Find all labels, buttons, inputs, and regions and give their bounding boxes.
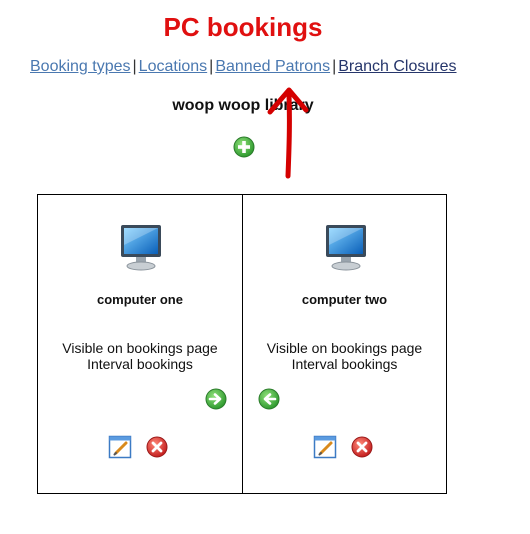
nav-link-booking-types[interactable]: Booking types [30,58,131,75]
nav-link-locations[interactable]: Locations [139,58,208,75]
annotation-arrow-icon [267,87,309,179]
computer-grid: computer one Visible on bookings page In… [37,194,447,494]
delete-x-icon[interactable] [351,436,373,458]
computer-info: Visible on bookings page Interval bookin… [243,340,446,372]
arrow-left-circle-icon[interactable] [258,388,280,410]
nav-separator: | [332,58,337,75]
nav-link-banned-patrons[interactable]: Banned Patrons [215,58,330,75]
computer-visibility-text: Visible on bookings page [266,340,423,356]
nav-link-branch-closures[interactable]: Branch Closures [338,58,456,75]
plus-circle-icon[interactable] [233,136,255,158]
computer-name: computer one [97,292,183,307]
computer-card: computer two Visible on bookings page In… [242,195,446,493]
page-title: PC bookings [163,12,323,42]
computer-booking-type-text: Interval bookings [291,356,398,372]
computer-visibility-text: Visible on bookings page [62,340,218,356]
computer-card: computer one Visible on bookings page In… [38,195,242,493]
computer-name: computer two [301,292,388,307]
admin-nav: Booking types | Locations | Banned Patrons | B… [30,58,457,76]
computer-monitor-icon [326,225,366,271]
pc-bookings-page: PC bookings Booking types | Locations | Bann… [0,0,530,534]
computer-booking-type-text: Interval bookings [87,356,193,372]
arrow-right-circle-icon[interactable] [205,388,227,410]
library-name: woop woop library [172,97,314,114]
computer-monitor-icon [121,225,161,271]
delete-x-icon[interactable] [146,436,168,458]
computer-info: Visible on bookings page Interval bookin… [38,340,242,372]
nav-separator: | [132,58,137,75]
edit-pencil-icon[interactable] [108,435,132,459]
edit-pencil-icon[interactable] [313,435,337,459]
